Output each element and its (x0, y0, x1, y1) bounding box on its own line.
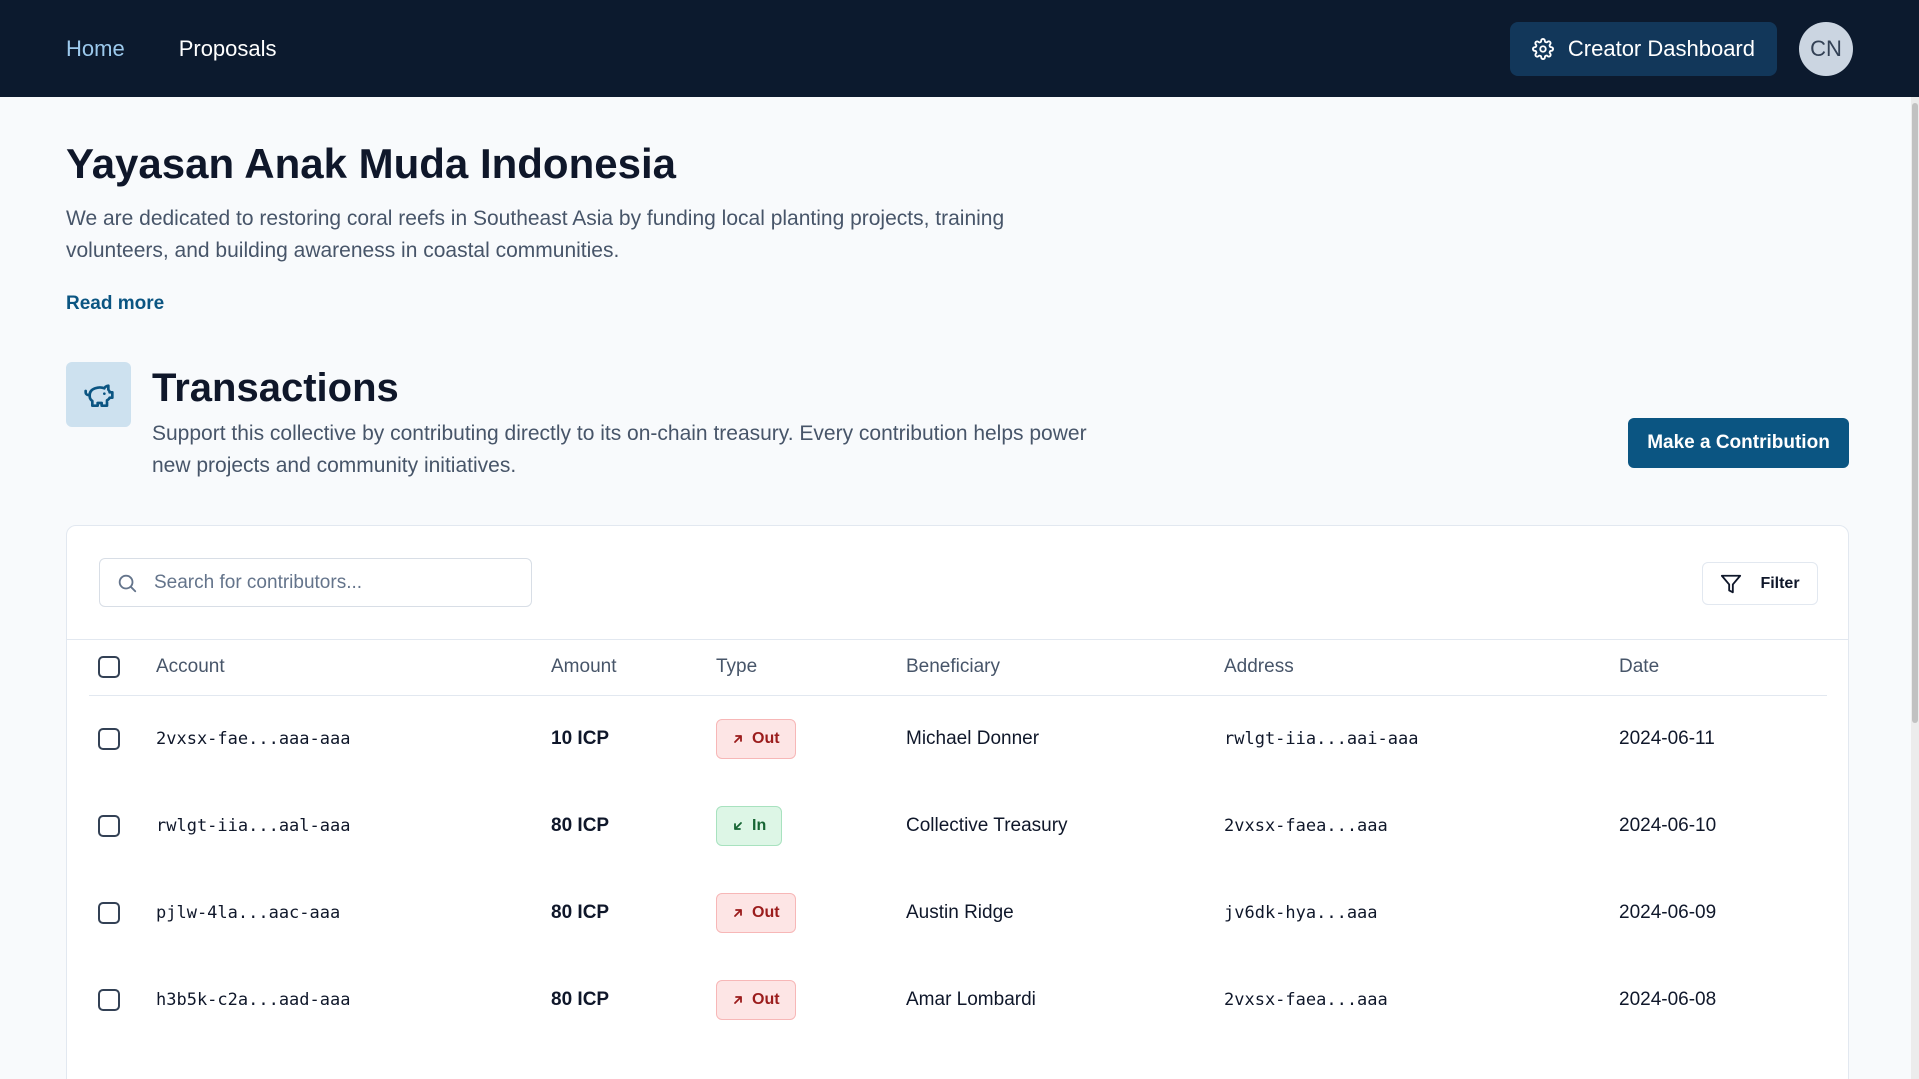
transactions-icon-box (66, 362, 131, 427)
account-cell: rwlgt-iia...aal-aaa (156, 815, 351, 836)
type-badge-out: Out (716, 892, 796, 933)
amount-cell: 80 ICP (551, 901, 610, 923)
top-navbar: Home Proposals Creator Dashboard CN (0, 0, 1919, 97)
select-all-checkbox[interactable] (98, 656, 120, 679)
make-contribution-button[interactable]: Make a Contribution (1628, 418, 1849, 468)
filter-button[interactable]: Filter (1702, 562, 1818, 605)
date-cell: 2024-06-10 (1619, 814, 1717, 836)
beneficiary-cell: Amar Lombardi (906, 988, 1036, 1010)
header-select-cell (89, 640, 156, 696)
header-amount[interactable]: Amount (551, 640, 716, 696)
org-description: We are dedicated to restoring coral reef… (66, 207, 1005, 262)
amount-cell: 80 ICP (551, 988, 610, 1010)
read-more-link[interactable]: Read more (66, 293, 164, 315)
filter-label: Filter (1760, 574, 1800, 592)
type-label: Out (752, 729, 780, 747)
arrow-up-right-icon (734, 734, 742, 743)
type-cell: Out (716, 695, 906, 782)
row-select-cell (89, 956, 156, 1043)
search-icon (118, 574, 137, 592)
header-type[interactable]: Type (716, 640, 906, 696)
address-cell: 2vxsx-faea...aaa (1224, 815, 1388, 836)
arrow-up-right-icon (734, 995, 742, 1004)
transactions-card: Filter Account Amount Type Beneficiary A… (66, 525, 1849, 1079)
header-address[interactable]: Address (1224, 640, 1619, 696)
beneficiary-cell: Collective Treasury (906, 814, 1068, 836)
header-date[interactable]: Date (1619, 640, 1827, 696)
org-title: Yayasan Anak Muda Indonesia (66, 140, 676, 187)
arrow-down-left-icon (734, 821, 742, 830)
type-badge-in: In (716, 805, 783, 846)
beneficiary-cell: Austin Ridge (906, 901, 1014, 923)
page-scrollbar[interactable] (1911, 97, 1919, 1079)
amount-cell: 80 ICP (551, 814, 610, 836)
type-cell: Out (716, 956, 906, 1043)
date-cell: 2024-06-08 (1619, 988, 1717, 1010)
date-cell: 2024-06-09 (1619, 901, 1717, 923)
amount-cell: 10 ICP (551, 727, 610, 749)
user-avatar[interactable]: CN (1799, 21, 1853, 76)
table-row[interactable]: pjlw-4la...aac-aaa 80 ICP Out Austin Rid… (89, 869, 1827, 956)
row-checkbox[interactable] (98, 814, 120, 837)
scrollbar-thumb[interactable] (1912, 103, 1918, 723)
table-header-row: Account Amount Type Beneficiary Address … (89, 640, 1827, 696)
row-checkbox[interactable] (98, 727, 120, 750)
table-row[interactable]: rwlgt-iia...aal-aaa 80 ICP In Collective… (89, 782, 1827, 869)
header-beneficiary[interactable]: Beneficiary (906, 640, 1224, 696)
search-contributors-input[interactable] (154, 571, 514, 594)
row-select-cell (89, 869, 156, 956)
transactions-description: Support this collective by contributing … (152, 422, 1087, 477)
type-label: In (752, 816, 767, 834)
arrow-up-right-icon (734, 908, 742, 917)
beneficiary-cell: Michael Donner (906, 727, 1040, 749)
search-box[interactable] (99, 558, 532, 607)
row-checkbox[interactable] (98, 901, 120, 924)
type-badge-out: Out (716, 979, 796, 1020)
transactions-table: Account Amount Type Beneficiary Address … (89, 640, 1827, 1043)
nav-proposals-link[interactable]: Proposals (179, 36, 277, 62)
type-badge-out: Out (716, 718, 796, 759)
table-row[interactable]: h3b5k-c2a...aad-aaa 80 ICP Out Amar Lomb… (89, 956, 1827, 1043)
address-cell: 2vxsx-faea...aaa (1224, 989, 1388, 1010)
row-checkbox[interactable] (98, 988, 120, 1011)
row-select-cell (89, 695, 156, 782)
address-cell: jv6dk-hya...aaa (1224, 902, 1378, 923)
piggy-bank-icon (83, 383, 114, 407)
filter-icon (1721, 574, 1742, 593)
account-cell: h3b5k-c2a...aad-aaa (156, 989, 351, 1010)
type-label: Out (752, 903, 780, 921)
nav-home-link[interactable]: Home (66, 36, 125, 62)
table-row[interactable]: 2vxsx-fae...aaa-aaa 10 ICP Out Michael D… (89, 695, 1827, 782)
creator-dashboard-label: Creator Dashboard (1567, 35, 1755, 61)
row-select-cell (89, 782, 156, 869)
type-cell: Out (716, 869, 906, 956)
account-cell: 2vxsx-fae...aaa-aaa (156, 728, 351, 749)
header-account[interactable]: Account (156, 640, 551, 696)
type-label: Out (752, 990, 780, 1008)
account-cell: pjlw-4la...aac-aaa (156, 902, 341, 923)
transactions-title: Transactions (152, 366, 399, 410)
type-cell: In (716, 782, 906, 869)
creator-dashboard-button[interactable]: Creator Dashboard (1509, 21, 1777, 76)
address-cell: rwlgt-iia...aai-aaa (1224, 728, 1419, 749)
gear-icon (1531, 37, 1554, 60)
date-cell: 2024-06-11 (1619, 727, 1715, 749)
